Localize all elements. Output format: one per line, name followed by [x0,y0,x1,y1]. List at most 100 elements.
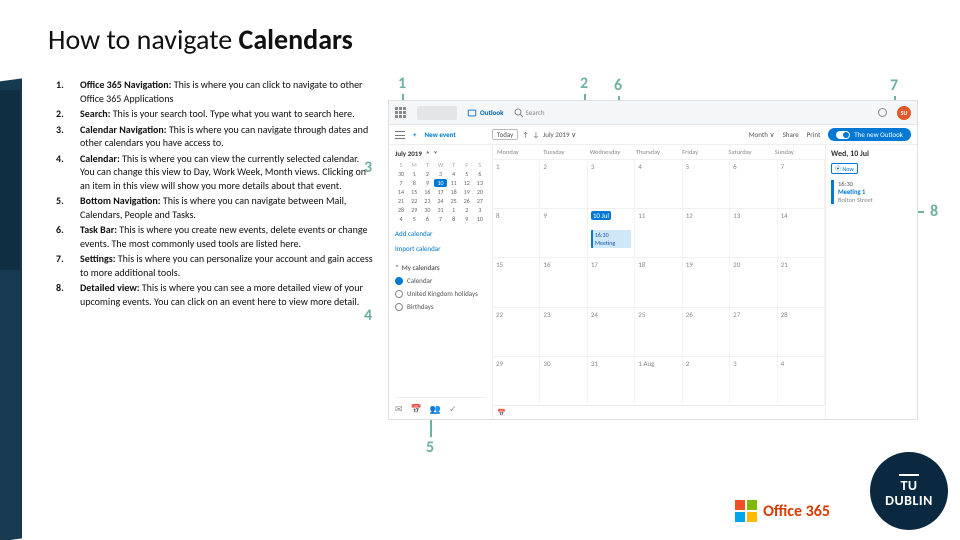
mini-day[interactable]: 2 [421,170,433,178]
day-cell[interactable]: 19 [683,258,730,306]
nav-icon[interactable]: 📅 [411,404,422,415]
mini-day[interactable]: 3 [434,170,446,178]
add-calendar-link[interactable]: Add calendar [395,229,486,238]
day-cell[interactable]: 31 [588,357,635,405]
mini-day[interactable]: 19 [461,188,473,196]
mini-day[interactable]: 9 [421,179,433,187]
day-cell[interactable]: 9 [540,209,587,257]
mini-day[interactable]: 13 [474,179,486,187]
calendar-event[interactable]: 16:30 Meeting [591,230,631,248]
calendar-checkbox-icon[interactable] [395,290,403,298]
mini-day[interactable]: 23 [421,197,433,205]
mini-day[interactable]: 7 [434,215,446,223]
mini-day[interactable]: 9 [461,215,473,223]
mini-day[interactable]: 10 [474,215,486,223]
day-cell[interactable]: 15 [493,258,540,306]
mini-day[interactable]: 31 [434,206,446,214]
mini-day[interactable]: 4 [448,170,460,178]
mini-day[interactable]: 6 [474,170,486,178]
mini-day[interactable]: 27 [474,197,486,205]
day-cell[interactable]: 3 [730,357,777,405]
day-cell[interactable]: 6 [730,160,777,208]
print-button[interactable]: Print [807,130,821,139]
mini-day[interactable]: 6 [421,215,433,223]
mini-day[interactable]: 8 [448,215,460,223]
day-cell[interactable]: 21 [778,258,825,306]
mini-day[interactable]: 5 [461,170,473,178]
mini-day[interactable]: 7 [395,179,407,187]
nav-icon[interactable]: ✉ [395,404,403,415]
day-cell[interactable]: 4 [635,160,682,208]
day-cell[interactable]: 18 [635,258,682,306]
day-cell[interactable]: 5 [683,160,730,208]
nav-icon[interactable]: 👥 [430,404,441,415]
day-cell[interactable]: 13 [730,209,777,257]
calendar-icon[interactable]: 📅 [497,408,506,417]
mini-day[interactable]: 12 [461,179,473,187]
mini-day[interactable]: 14 [395,188,407,196]
mini-day[interactable]: 22 [408,197,420,205]
nav-icon[interactable]: ✓ [449,404,457,415]
mini-day[interactable]: 10 [434,179,446,187]
app-launcher-icon[interactable] [395,107,407,119]
mini-day[interactable]: 1 [408,170,420,178]
day-cell[interactable]: 10 Jul16:30 Meeting [588,209,635,257]
mini-day[interactable]: 26 [461,197,473,205]
day-cell[interactable]: 1 Aug [635,357,682,405]
mini-day[interactable]: 2 [461,206,473,214]
day-cell[interactable]: 14 [778,209,825,257]
calendar-item[interactable]: Calendar [395,276,486,285]
day-cell[interactable]: 7 [778,160,825,208]
day-cell[interactable]: 12 [683,209,730,257]
prev-icon[interactable]: ↑ [522,130,528,139]
mini-day[interactable]: 1 [448,206,460,214]
chevron-down-icon[interactable]: ˅ [395,263,399,272]
day-cell[interactable]: 23 [540,308,587,356]
day-cell[interactable]: 2 [540,160,587,208]
day-cell[interactable]: 29 [493,357,540,405]
detail-event[interactable]: 16:30 Meeting 1 Bolton Street [831,180,912,204]
chevron-up-icon[interactable]: ˄ [426,149,430,158]
new-event-button[interactable]: New event [425,130,456,139]
plus-icon[interactable]: + [413,130,417,139]
mini-day[interactable]: 21 [395,197,407,205]
chevron-down-icon[interactable]: ˅ [434,149,438,158]
mini-day[interactable]: 25 [448,197,460,205]
day-cell[interactable]: 26 [683,308,730,356]
search-box[interactable]: Search [514,108,545,117]
mini-day[interactable]: 15 [408,188,420,196]
day-cell[interactable]: 27 [730,308,777,356]
mini-day[interactable]: 16 [421,188,433,196]
mini-day[interactable]: 4 [395,215,407,223]
mini-day[interactable]: 20 [474,188,486,196]
day-cell[interactable]: 4 [778,357,825,405]
share-button[interactable]: Share [783,130,799,139]
day-cell[interactable]: 30 [540,357,587,405]
mini-day[interactable]: 11 [448,179,460,187]
import-calendar-link[interactable]: Import calendar [395,244,486,253]
mini-day[interactable]: 17 [434,188,446,196]
calendar-item[interactable]: Birthdays [395,302,486,311]
today-button[interactable]: Today [492,129,519,140]
mini-day[interactable]: 29 [408,206,420,214]
view-selector[interactable]: Month ∨ [749,130,775,139]
calendar-checkbox-icon[interactable] [395,303,403,311]
day-cell[interactable]: 8 [493,209,540,257]
day-cell[interactable]: 16 [540,258,587,306]
day-cell[interactable]: 2 [683,357,730,405]
month-selector[interactable]: July 2019 ∨ [543,130,576,139]
next-icon[interactable]: ↓ [533,130,539,139]
new-outlook-toggle[interactable]: The new Outlook [828,128,911,141]
mini-day[interactable]: 24 [434,197,446,205]
day-cell[interactable]: 17 [588,258,635,306]
mini-day[interactable]: 18 [448,188,460,196]
day-cell[interactable]: 20 [730,258,777,306]
day-cell[interactable]: 25 [635,308,682,356]
hamburger-icon[interactable] [395,131,405,139]
mini-calendar[interactable]: SMTWTFS301234567891011121314151617181920… [395,161,486,223]
mini-day[interactable]: 30 [395,170,407,178]
outlook-label[interactable]: Outlook [467,108,504,118]
mini-day[interactable]: 3 [474,206,486,214]
calendar-item[interactable]: United Kingdom holidays [395,289,486,298]
day-cell[interactable]: 24 [588,308,635,356]
